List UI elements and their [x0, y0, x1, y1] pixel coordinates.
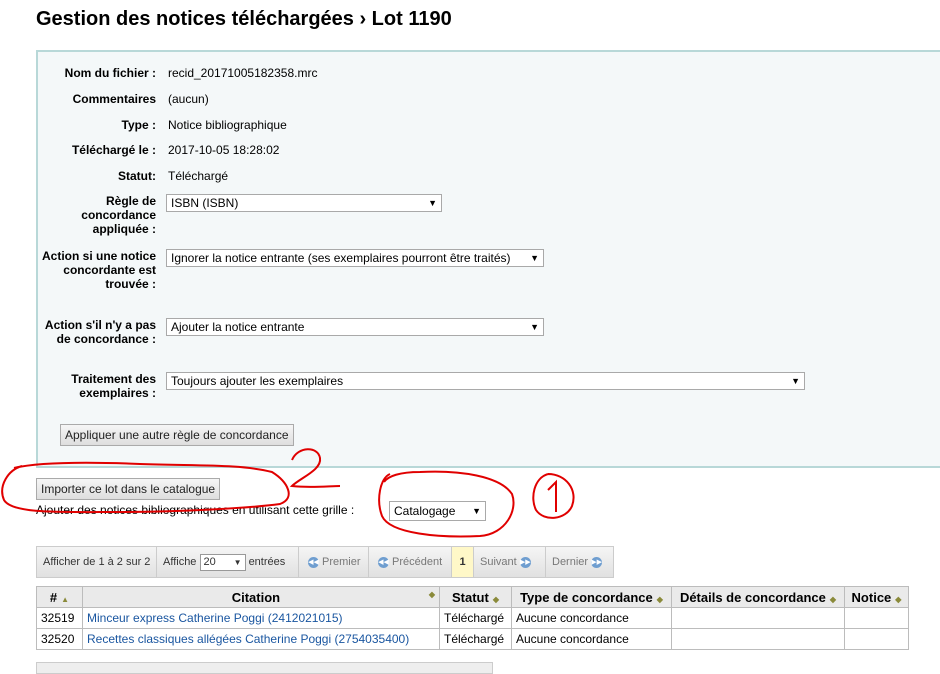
citation-link[interactable]: Recettes classiques allégées Catherine P…	[87, 632, 409, 646]
last-page-button[interactable]: Dernier ▶▶	[546, 547, 614, 577]
per-page-select[interactable]: 20 ▼	[199, 553, 246, 571]
column-header-id[interactable]: # ▲	[36, 586, 83, 608]
table-header-row: # ▲ Citation ◆ Statut ◆ Type de concordance…	[36, 586, 909, 608]
first-label: Premier	[322, 556, 361, 568]
annotation-digit-2	[289, 448, 341, 488]
row-record	[844, 607, 909, 629]
row-match-details	[671, 607, 845, 629]
annotation-loop-1	[378, 470, 515, 538]
table-row: 32520 Recettes classiques allégées Cathe…	[36, 628, 909, 650]
sort-icon: ◆	[492, 594, 499, 604]
next-page-button[interactable]: Suivant ▶▶	[474, 547, 546, 577]
sort-asc-icon: ▲	[61, 594, 70, 604]
sort-icon: ◆	[895, 594, 902, 604]
chevron-down-icon: ▼	[233, 557, 242, 567]
pagination-bar: Afficher de 1 à 2 sur 2 Affiche 20 ▼ ent…	[36, 546, 614, 578]
previous-page-button[interactable]: ◀◀ Précédent	[369, 547, 452, 577]
next-page-icon: ▶▶	[519, 556, 531, 568]
current-page-button[interactable]: 1	[452, 547, 474, 577]
sort-icon: ◆	[428, 589, 435, 599]
row-status: Téléchargé	[439, 628, 512, 650]
row-match-type: Aucune concordance	[511, 607, 672, 629]
entries-label: entrées	[248, 556, 286, 568]
next-label: Suivant	[480, 556, 517, 568]
records-table: # ▲ Citation ◆ Statut ◆ Type de concordance…	[36, 586, 909, 650]
prev-label: Précédent	[392, 556, 443, 568]
sort-icon: ◆	[656, 594, 663, 604]
column-header-citation[interactable]: Citation ◆	[82, 586, 440, 608]
annotation-loop-2	[1, 461, 290, 514]
show-label: Affiche	[163, 556, 197, 568]
annotation-digit-1	[532, 473, 575, 519]
row-match-type: Aucune concordance	[511, 628, 672, 650]
citation-link[interactable]: Minceur express Catherine Poggi (2412021…	[87, 611, 343, 625]
row-status: Téléchargé	[439, 607, 512, 629]
pagination-info: Afficher de 1 à 2 sur 2	[37, 547, 157, 577]
per-page-value: 20	[203, 555, 216, 568]
first-page-icon: ◀◀	[308, 556, 319, 568]
row-record	[844, 628, 909, 650]
previous-page-icon: ◀◀	[378, 556, 389, 568]
column-header-record[interactable]: Notice ◆	[844, 586, 909, 608]
row-id: 32519	[36, 607, 83, 629]
last-label: Dernier	[552, 556, 589, 568]
column-header-match-details[interactable]: Détails de concordance ◆	[671, 586, 845, 608]
first-page-button[interactable]: ◀◀ Premier	[299, 547, 369, 577]
bottom-pagination-bar	[36, 662, 493, 674]
page-length-control: Affiche 20 ▼ entrées	[157, 547, 299, 577]
sort-icon: ◆	[829, 594, 837, 604]
row-citation: Minceur express Catherine Poggi (2412021…	[82, 607, 440, 629]
last-page-icon: ▶▶	[591, 556, 603, 568]
column-header-status[interactable]: Statut ◆	[439, 586, 512, 608]
row-id: 32520	[36, 628, 83, 650]
row-citation: Recettes classiques allégées Catherine P…	[82, 628, 440, 650]
column-header-match-type[interactable]: Type de concordance ◆	[511, 586, 672, 608]
row-match-details	[671, 628, 845, 650]
table-row: 32519 Minceur express Catherine Poggi (2…	[36, 607, 909, 629]
